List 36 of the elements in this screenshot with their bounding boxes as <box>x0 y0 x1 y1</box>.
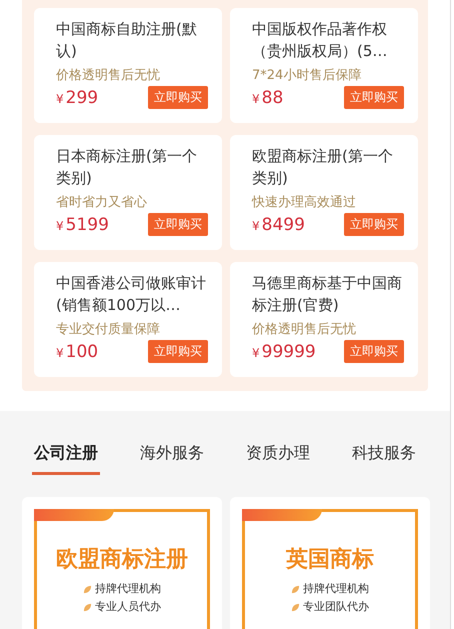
product-card[interactable]: 中国商标自助注册(默认) 价格透明售后无忧 ¥299 立即购买 <box>34 8 222 123</box>
product-tagline: 快速办理高效通过 <box>252 194 357 211</box>
price: ¥8499 <box>252 214 305 234</box>
product-card[interactable]: 中国香港公司做账审计(销售额100万以… 专业交付质量保障 ¥100 立即购买 <box>34 262 222 377</box>
product-card[interactable]: 马德里商标基于中国商标注册(官费) 价格透明售后无忧 ¥99999 立即购买 <box>230 262 418 377</box>
category-tab[interactable]: 海外服务 <box>138 437 206 475</box>
banner-title: 欧盟商标注册 <box>55 546 189 574</box>
product-title: 日本商标注册(第一个类别) <box>56 146 198 189</box>
banner-bullet: 专业团队代办 <box>303 599 369 615</box>
banner-bullet: 持牌代理机构 <box>303 581 369 597</box>
product-tagline: 专业交付质量保障 <box>56 321 161 338</box>
product-title: 马德里商标基于中国商标注册(官费) <box>252 273 403 316</box>
category-tab[interactable]: 资质办理 <box>244 437 312 475</box>
banner-bullet: 持牌代理机构 <box>95 581 161 597</box>
product-tagline: 价格透明售后无忧 <box>252 321 357 338</box>
product-tagline: 省时省力又省心 <box>56 194 148 211</box>
product-title: 中国香港公司做账审计(销售额100万以… <box>56 273 207 316</box>
banner-bullet: 专业人员代办 <box>95 599 161 615</box>
service-card[interactable]: 欧盟商标注册 持牌代理机构 专业人员代办 <box>22 497 222 629</box>
product-title: 中国版权作品著作权（贵州版权局）(5… <box>252 19 388 62</box>
price: ¥88 <box>252 88 284 108</box>
service-card[interactable]: 英国商标 持牌代理机构 专业团队代办 <box>230 497 430 629</box>
product-card[interactable]: 欧盟商标注册(第一个类别) 快速办理高效通过 ¥8499 立即购买 <box>230 135 418 250</box>
banner-title: 英国商标 <box>284 546 375 574</box>
price: ¥5199 <box>56 214 109 234</box>
price: ¥299 <box>56 88 98 108</box>
product-title: 中国商标自助注册(默认) <box>56 19 198 62</box>
product-card[interactable]: 中国版权作品著作权（贵州版权局）(5… 7*24小时售后保障 ¥88 立即购买 <box>230 8 418 123</box>
price: ¥99999 <box>252 342 316 362</box>
product-tagline: 价格透明售后无忧 <box>56 67 161 84</box>
price: ¥100 <box>56 342 98 362</box>
category-tab[interactable]: 公司注册 <box>32 437 100 475</box>
category-tab[interactable]: 科技服务 <box>350 437 418 475</box>
product-title: 欧盟商标注册(第一个类别) <box>252 146 394 189</box>
product-tagline: 7*24小时售后保障 <box>252 67 362 84</box>
product-card[interactable]: 日本商标注册(第一个类别) 省时省力又省心 ¥5199 立即购买 <box>34 135 222 250</box>
